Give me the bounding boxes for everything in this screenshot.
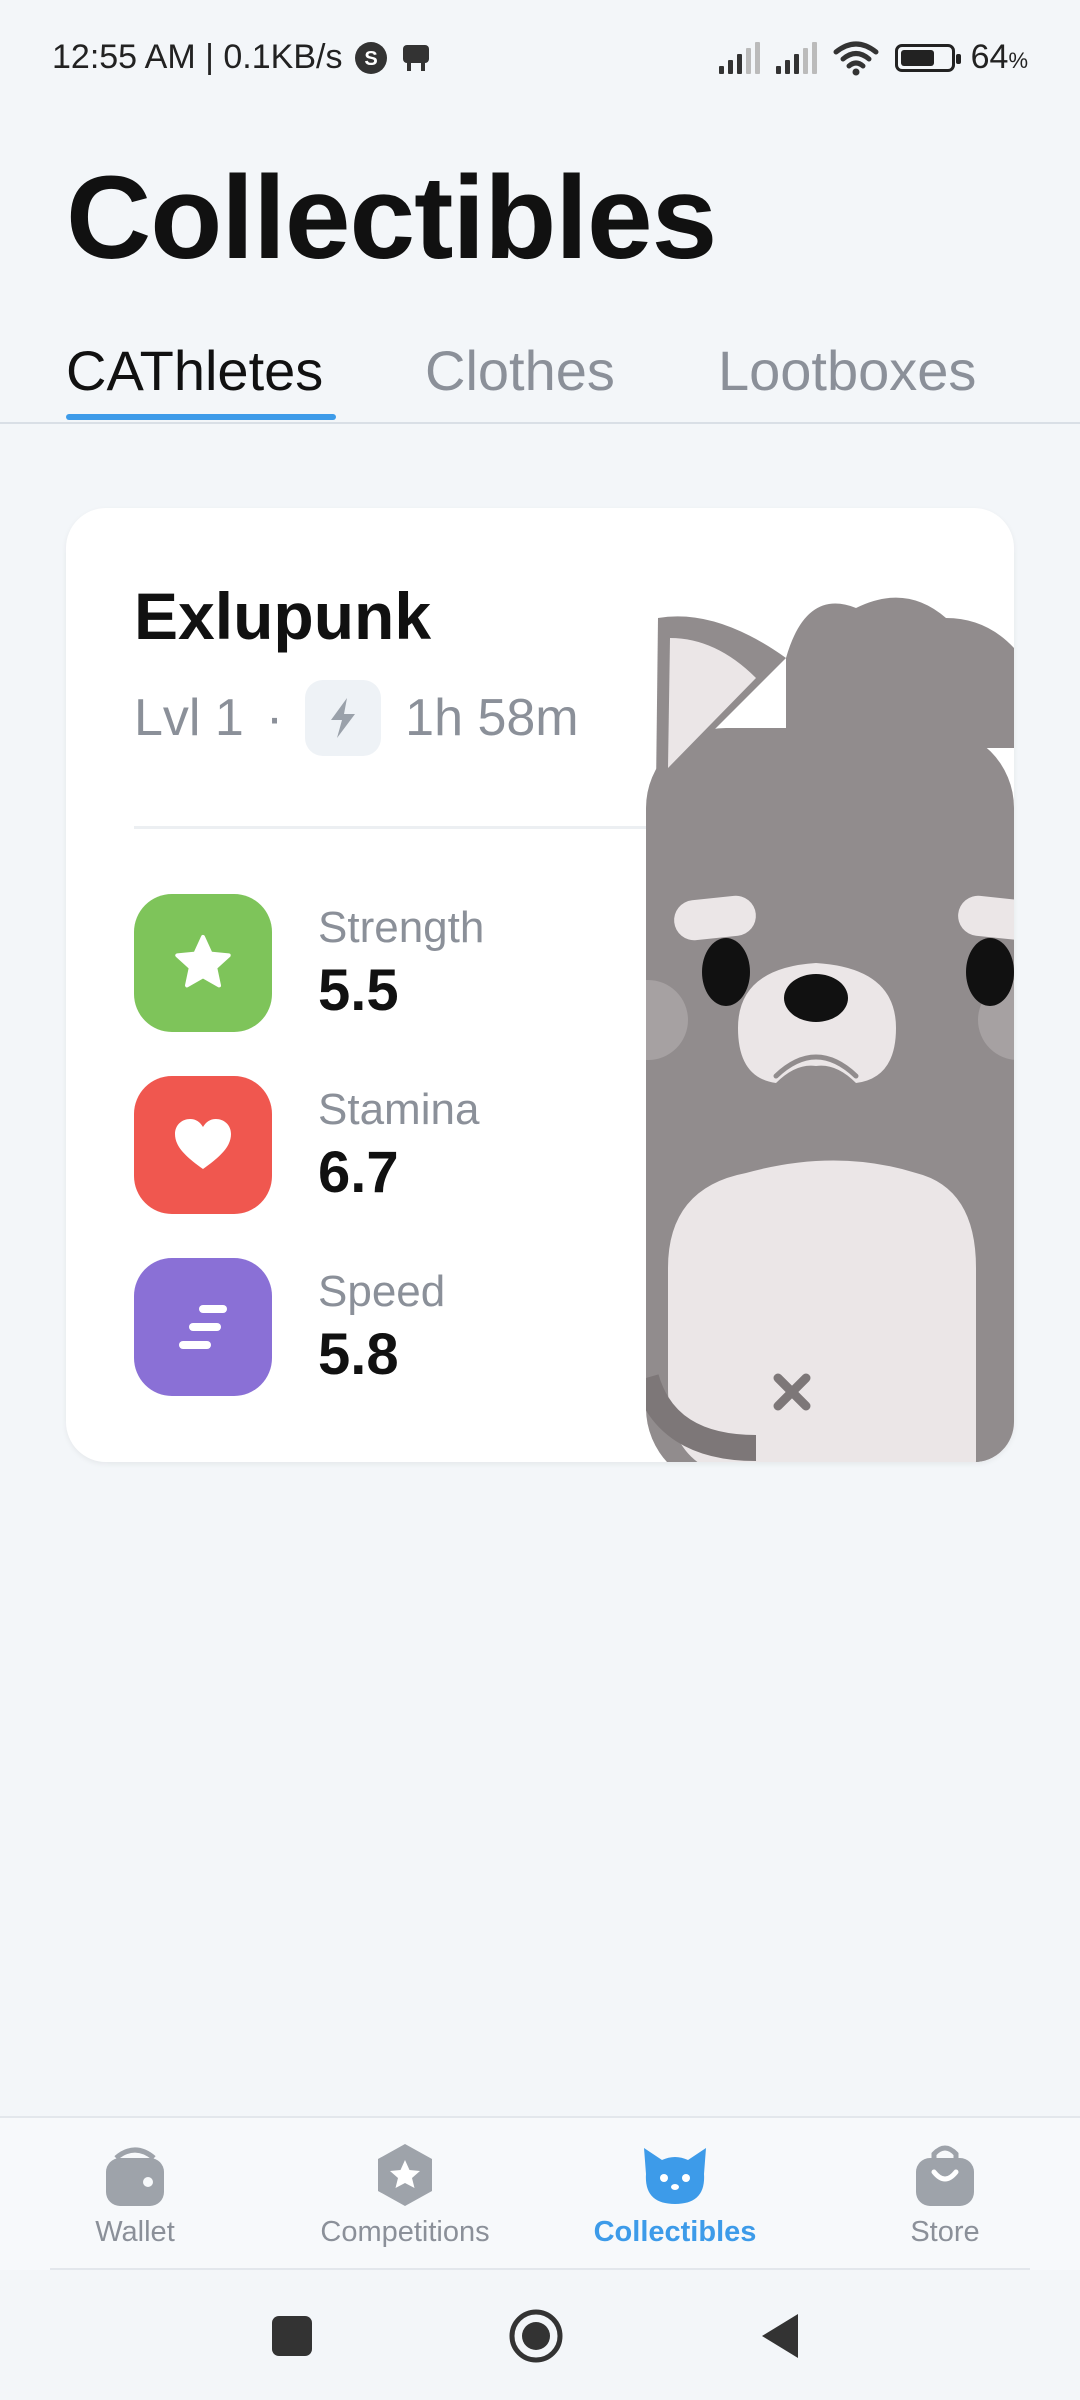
tab-cathletes[interactable]: CAThletes xyxy=(66,338,323,403)
stat-speed: Speed 5.8 xyxy=(134,1258,445,1396)
nav-separator xyxy=(50,2268,1030,2270)
star-icon xyxy=(134,894,272,1032)
stat-label: Speed xyxy=(318,1266,446,1316)
recent-apps-button[interactable] xyxy=(262,2306,322,2366)
stat-value: 5.8 xyxy=(318,1321,399,1387)
tab-clothes[interactable]: Clothes xyxy=(425,338,615,403)
heart-icon xyxy=(134,1076,272,1214)
stat-label: Stamina xyxy=(318,1084,480,1134)
wallet-icon xyxy=(106,2147,164,2206)
bottom-nav: Wallet Competitions Collectibles Store xyxy=(0,2116,1080,2270)
speed-icon xyxy=(134,1258,272,1396)
wifi-icon xyxy=(833,41,879,75)
divider xyxy=(134,826,694,829)
nav-item-wallet[interactable]: Wallet xyxy=(15,2140,255,2249)
battery-level: 64% xyxy=(970,38,1028,76)
cathlete-name: Exlupunk xyxy=(134,579,432,653)
system-nav-bar xyxy=(0,2272,1080,2400)
energy-time: 1h 58m xyxy=(405,689,579,747)
stat-value: 5.5 xyxy=(318,957,399,1023)
stat-value: 6.7 xyxy=(318,1139,399,1205)
stat-label: Strength xyxy=(318,902,485,952)
home-button[interactable] xyxy=(506,2306,566,2366)
cat-illustration xyxy=(646,597,1014,1462)
nav-item-store[interactable]: Store xyxy=(825,2140,1065,2249)
stat-strength: Strength 5.5 xyxy=(134,894,484,1032)
level-label: Lvl 1 xyxy=(134,689,244,747)
tab-active-indicator xyxy=(66,414,336,420)
tab-bar: CAThletes Clothes Lootboxes xyxy=(0,330,1080,424)
cathlete-meta: Lvl 1 · 1h 58m xyxy=(134,680,579,756)
nav-label: Wallet xyxy=(95,2216,175,2248)
nav-label: Competitions xyxy=(320,2216,490,2248)
battery-icon xyxy=(894,43,961,72)
notification-bot-icon xyxy=(403,44,430,71)
stat-stamina: Stamina 6.7 xyxy=(134,1076,479,1214)
status-time-speed: 12:55 AM | 0.1KB/s xyxy=(52,38,343,76)
nav-item-competitions[interactable]: Competitions xyxy=(285,2140,525,2249)
page-title: Collectibles xyxy=(66,152,717,284)
separator-dot: · xyxy=(265,689,284,747)
back-button[interactable] xyxy=(752,2306,812,2366)
tab-lootboxes[interactable]: Lootboxes xyxy=(718,338,976,403)
competitions-icon xyxy=(378,2144,432,2206)
signal-icon-2 xyxy=(775,41,817,74)
nav-label: Collectibles xyxy=(593,2216,757,2248)
status-left: 12:55 AM | 0.1KB/s S xyxy=(52,38,432,77)
energy-icon xyxy=(305,680,382,756)
status-right: 64% xyxy=(718,38,1028,77)
signal-icon xyxy=(718,41,760,74)
cat-icon xyxy=(644,2148,706,2204)
status-bar: 12:55 AM | 0.1KB/s S 64% xyxy=(0,0,1080,120)
svg-text:S: S xyxy=(365,48,378,70)
nav-label: Store xyxy=(910,2216,980,2248)
cathlete-card[interactable]: Exlupunk Lvl 1 · 1h 58m Strength 5.5 Sta… xyxy=(66,508,1014,1462)
notification-s-icon: S xyxy=(355,41,388,74)
nav-item-collectibles[interactable]: Collectibles xyxy=(555,2140,795,2249)
shopping-bag-icon xyxy=(916,2145,974,2206)
